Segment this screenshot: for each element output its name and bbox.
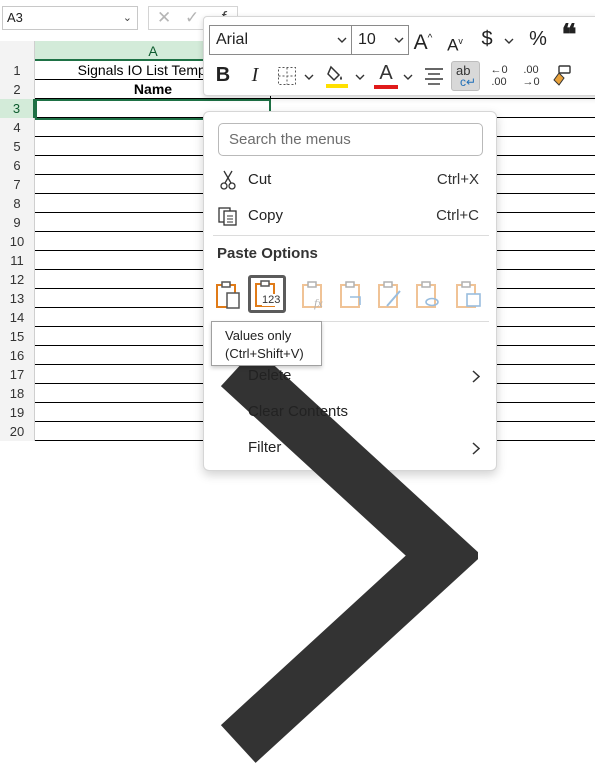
svg-text:fx: fx [314,296,323,310]
row-header[interactable]: 14 [0,308,35,327]
row-header[interactable]: 12 [0,270,35,289]
cut-label: Cut [248,171,272,188]
copy-icon [218,207,237,226]
menu-item-clear-contents[interactable]: Clear Contents [204,394,498,430]
row-header[interactable]: 1 [0,61,35,80]
paste-formulas-icon[interactable]: fx [298,279,330,311]
percent-button[interactable]: % [526,27,550,51]
italic-button[interactable]: I [244,63,266,87]
values-123-label: 123 [262,294,281,306]
paste-link-icon[interactable] [412,279,444,311]
chevron-down-icon: ⌄ [122,12,132,24]
format-painter-icon[interactable] [550,64,572,88]
menu-item-cut[interactable]: Cut Ctrl+X [204,162,498,198]
chevron-down-icon [394,37,404,43]
row-header[interactable]: 15 [0,327,35,346]
wrap-arrow-icon: c↵ [460,75,477,89]
percent-icon: % [529,28,547,50]
chevron-down-icon[interactable] [304,73,314,81]
chevron-down-icon[interactable] [504,37,514,45]
paste-icon[interactable] [212,279,244,311]
row-header[interactable]: 16 [0,346,35,365]
row-header[interactable]: 20 [0,422,35,441]
wrap-text-button[interactable]: ab c↵ [451,61,480,91]
font-color-swatch [374,85,398,89]
tooltip: Values only (Ctrl+Shift+V) [211,321,322,366]
paste-transpose-icon[interactable] [336,279,368,311]
scissors-icon [220,170,236,190]
copy-label: Copy [248,207,284,224]
font-name-value: Arial [216,31,249,48]
chevron-right-icon [472,370,480,383]
chevron-right-icon [472,442,480,455]
font-color-button[interactable]: A [374,61,398,85]
row-header[interactable]: 19 [0,403,35,422]
font-color-icon: A [379,62,393,84]
currency-icon: $ [481,28,493,50]
menu-search-placeholder: Search the menus [229,131,351,148]
context-menu: Search the menus Cut Ctrl+X Copy Ctrl+C … [203,111,498,763]
font-size-value: 10 [358,31,376,48]
mini-toolbar: Arial 10 A^ Av $ % ❝ B I A ab c↵ ←0 .00 … [203,16,595,96]
decrease-decimal-button[interactable]: .00 →0 [519,64,543,90]
italic-icon: I [251,64,259,86]
center-align-icon[interactable] [424,67,444,85]
decrease-font-icon: A [447,35,459,55]
row-header[interactable]: 10 [0,232,35,251]
fill-color-icon[interactable] [325,63,349,89]
tooltip-title: Values only [225,328,292,343]
row-header[interactable]: 13 [0,289,35,308]
comma-style-button[interactable]: ❝ [560,21,578,49]
filter-label: Filter [248,439,282,456]
row-header[interactable]: 3 [0,99,35,118]
paste-values-button[interactable]: 123 [248,275,286,313]
paste-options-header: Paste Options [217,245,318,262]
increase-decimal-button[interactable]: ←0 .00 [487,64,511,90]
cancel-icon[interactable]: ✕ [157,7,171,29]
increase-font-icon: A [413,31,428,54]
paste-picture-icon[interactable] [452,279,484,311]
row-header[interactable]: 17 [0,365,35,384]
font-size-dropdown[interactable]: 10 [351,25,409,55]
row-header[interactable]: 2 [0,80,35,99]
name-box-value: A3 [7,10,23,25]
increase-decimal-icon: ←0 .00 [490,64,508,88]
cut-shortcut: Ctrl+X [436,171,479,188]
tooltip-shortcut: (Ctrl+Shift+V) [225,346,304,361]
currency-button[interactable]: $ [478,27,496,51]
row-header[interactable]: 11 [0,251,35,270]
bold-button[interactable]: B [212,63,234,87]
row-header[interactable]: 8 [0,194,35,213]
decrease-decimal-icon: .00 →0 [522,64,540,88]
menu-search-input[interactable]: Search the menus [218,123,483,156]
decrease-font-size-button[interactable]: Av [444,29,466,58]
name-box[interactable]: A3 ⌄ [2,6,138,30]
enter-icon[interactable]: ✓ [185,7,199,29]
borders-icon[interactable] [277,66,297,86]
paste-formatting-icon[interactable] [374,279,406,311]
row-header[interactable]: 5 [0,137,35,156]
chevron-down-icon[interactable] [355,73,365,81]
copy-shortcut: Ctrl+C [436,207,479,224]
row-header[interactable]: 7 [0,175,35,194]
menu-divider [213,235,489,236]
select-all-corner[interactable] [0,41,35,61]
clear-contents-label: Clear Contents [248,403,349,420]
font-name-dropdown[interactable]: Arial [209,25,352,55]
chevron-down-icon[interactable] [403,73,413,81]
comma-style-icon: ❝ [561,19,577,50]
row-header[interactable]: 18 [0,384,35,403]
chevron-down-icon [337,37,347,43]
row-header[interactable]: 9 [0,213,35,232]
row-header[interactable]: 6 [0,156,35,175]
bold-icon: B [215,64,231,86]
increase-font-size-button[interactable]: A^ [412,27,434,55]
menu-item-filter[interactable]: Filter [204,430,498,466]
row-header[interactable]: 4 [0,118,35,137]
menu-item-copy[interactable]: Copy Ctrl+C [204,198,498,234]
